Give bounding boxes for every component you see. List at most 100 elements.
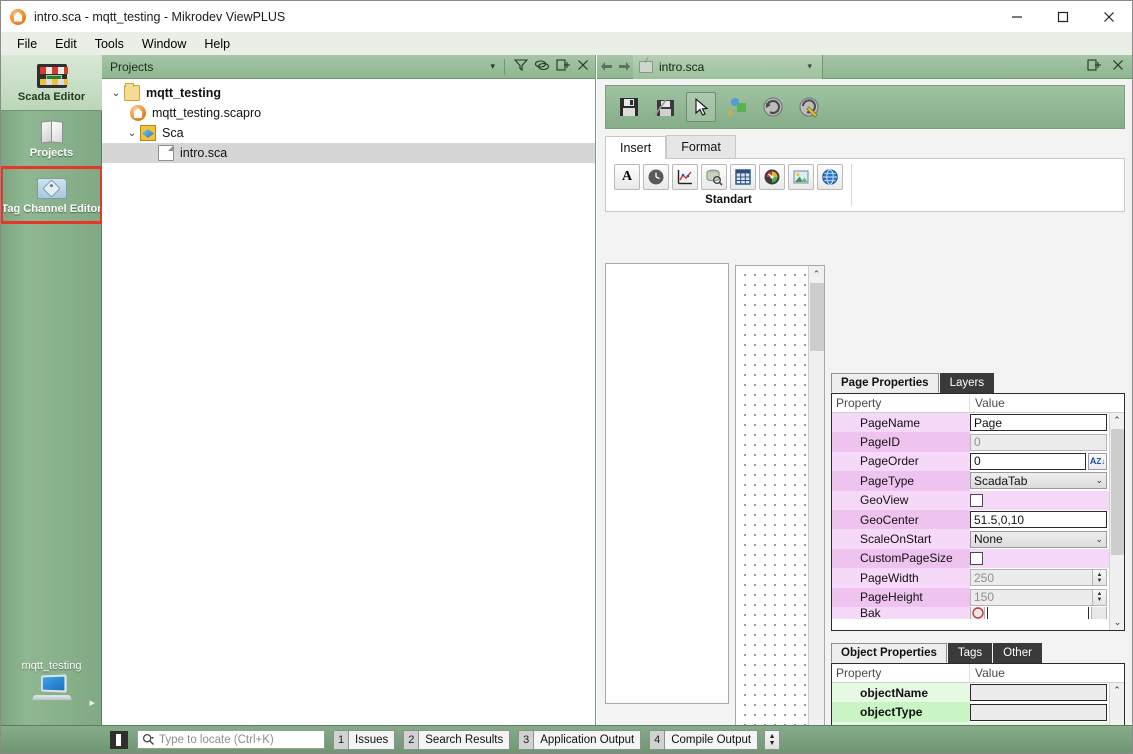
table-row[interactable]: Bak xyxy=(832,606,1109,619)
scroll-up-icon[interactable]: ⌃ xyxy=(1110,413,1124,428)
link-sync-icon[interactable] xyxy=(534,58,550,75)
filter-icon[interactable] xyxy=(513,58,529,75)
table-row[interactable]: GeoView xyxy=(832,490,1109,510)
stepper-down-icon[interactable]: ▼ xyxy=(769,740,776,747)
close-icon[interactable] xyxy=(577,59,589,74)
geoview-checkbox[interactable] xyxy=(970,493,983,507)
menu-file[interactable]: File xyxy=(8,34,46,54)
split-view-icon[interactable] xyxy=(556,58,571,75)
table-row[interactable]: GeoCenter 51.5,0,10 xyxy=(832,509,1109,530)
stepper-buttons[interactable]: ▲▼ xyxy=(1093,569,1107,587)
color-swatch-icon[interactable] xyxy=(970,606,986,619)
table-row[interactable]: PageWidth 250 ▲ ▼ xyxy=(832,568,1109,588)
page-width-stepper[interactable]: 250 ▲ ▼ xyxy=(970,569,1107,587)
expand-arrow-icon[interactable]: ▸ xyxy=(89,696,95,709)
insert-database-button[interactable] xyxy=(701,164,727,190)
table-row[interactable]: PageHeight 150 ▲ ▼ xyxy=(832,587,1109,607)
split-view-icon[interactable] xyxy=(1087,58,1102,75)
color-picker-button[interactable] xyxy=(1090,606,1107,619)
page-type-select[interactable]: ScadaTab ⌄ xyxy=(970,472,1107,490)
sidebar-item-projects[interactable]: Projects xyxy=(1,111,102,167)
page-list[interactable] xyxy=(605,263,729,704)
object-name-input[interactable] xyxy=(970,684,1107,702)
status-button-compile-output[interactable]: 4 Compile Output xyxy=(649,729,759,750)
status-button-application-output[interactable]: 3 Application Output xyxy=(518,729,642,750)
object-type-input[interactable] xyxy=(970,703,1107,721)
minimize-button[interactable] xyxy=(994,1,1040,32)
tree-item-intro-sca[interactable]: intro.sca xyxy=(102,143,595,163)
scroll-up-icon[interactable]: ⌃ xyxy=(809,266,824,282)
stepper-buttons[interactable]: ▲▼ xyxy=(1093,588,1107,606)
locate-input-wrap[interactable]: Type to locate (Ctrl+K) xyxy=(137,730,325,749)
stepper-up-icon[interactable]: ▲ xyxy=(769,733,776,740)
table-row[interactable]: PageID 0 xyxy=(832,432,1109,452)
tab-object-properties[interactable]: Object Properties xyxy=(831,643,947,663)
select-pointer-button[interactable] xyxy=(686,92,716,122)
table-row[interactable]: objectName xyxy=(832,683,1109,703)
scrollbar-thumb[interactable] xyxy=(1111,429,1124,555)
design-canvas[interactable]: ⌃ ⌄ ❮ ❯ xyxy=(735,265,825,753)
scale-on-start-select[interactable]: None ⌄ xyxy=(970,530,1107,548)
page-height-stepper[interactable]: 150 ▲ ▼ xyxy=(970,588,1107,606)
tree-item-mqtt-testing[interactable]: ⌄ mqtt_testing xyxy=(102,83,595,103)
tab-insert[interactable]: Insert xyxy=(605,136,667,159)
insert-text-button[interactable]: A xyxy=(614,164,640,190)
sidebar-item-tag-channel-editor[interactable]: Tag Channel Editor xyxy=(1,166,103,224)
table-row[interactable]: ScaleOnStart None ⌄ xyxy=(832,529,1109,549)
tab-other[interactable]: Other xyxy=(993,643,1042,663)
sidebar-item-scada-editor[interactable]: Scada Editor xyxy=(1,55,102,111)
insert-web-button[interactable] xyxy=(817,164,843,190)
panel-collapse-caret-icon[interactable]: ▾ xyxy=(490,61,495,72)
tab-tags[interactable]: Tags xyxy=(947,643,993,663)
tree-item-scapro[interactable]: mqtt_testing.scapro xyxy=(102,103,595,123)
page-name-input[interactable]: Page xyxy=(970,414,1107,432)
document-tab-intro-sca[interactable]: intro.sca ▾ xyxy=(633,54,823,79)
insert-gauge-button[interactable] xyxy=(759,164,785,190)
menu-edit[interactable]: Edit xyxy=(46,34,86,54)
insert-chart-button[interactable] xyxy=(672,164,698,190)
maximize-button[interactable] xyxy=(1040,1,1086,32)
clean-refresh-button[interactable] xyxy=(794,92,824,122)
active-project-indicator[interactable]: mqtt_testing xyxy=(1,660,102,701)
save-button[interactable] xyxy=(614,92,644,122)
refresh-button[interactable] xyxy=(758,92,788,122)
background-color-input[interactable] xyxy=(987,606,1089,619)
geocenter-input[interactable]: 51.5,0,10 xyxy=(970,511,1107,529)
insert-clock-button[interactable] xyxy=(643,164,669,190)
tab-layers[interactable]: Layers xyxy=(939,373,995,393)
tree-item-sca[interactable]: ⌄ Sca xyxy=(102,123,595,143)
custom-page-size-checkbox[interactable] xyxy=(970,551,983,565)
insert-image-button[interactable] xyxy=(788,164,814,190)
nav-forward-icon[interactable] xyxy=(615,58,633,76)
table-row[interactable]: PageName Page xyxy=(832,413,1109,433)
status-button-search-results[interactable]: 2 Search Results xyxy=(403,729,511,750)
output-pane-stepper[interactable]: ▲ ▼ xyxy=(764,729,781,750)
close-icon[interactable] xyxy=(1112,59,1124,74)
menu-window[interactable]: Window xyxy=(133,34,195,54)
chevron-down-icon[interactable]: ▾ xyxy=(807,61,812,72)
scroll-up-icon[interactable]: ⌃ xyxy=(1110,683,1124,698)
chevron-down-icon[interactable]: ⌄ xyxy=(124,125,140,141)
close-button[interactable] xyxy=(1086,1,1132,32)
scroll-down-icon[interactable]: ⌄ xyxy=(1110,615,1124,630)
tab-format[interactable]: Format xyxy=(666,135,736,158)
menu-help[interactable]: Help xyxy=(195,34,239,54)
table-row[interactable]: PageType ScadaTab ⌄ xyxy=(832,471,1109,491)
menu-tools[interactable]: Tools xyxy=(86,34,133,54)
page-properties-scrollbar[interactable]: ⌃ ⌄ xyxy=(1109,413,1124,630)
tab-page-properties[interactable]: Page Properties xyxy=(831,373,939,393)
canvas-vertical-scrollbar[interactable]: ⌃ ⌄ xyxy=(808,266,824,743)
table-row[interactable]: PageOrder 0 A Z↓ xyxy=(832,451,1109,472)
scrollbar-thumb[interactable] xyxy=(810,283,824,351)
table-row[interactable]: CustomPageSize xyxy=(832,548,1109,569)
table-row[interactable]: objectType xyxy=(832,702,1109,722)
insert-table-button[interactable] xyxy=(730,164,756,190)
sort-az-button[interactable]: A Z↓ xyxy=(1088,452,1107,470)
panel-toggle-icon[interactable] xyxy=(110,730,128,749)
chevron-down-icon[interactable]: ⌄ xyxy=(108,85,124,101)
page-order-input[interactable]: 0 xyxy=(970,452,1087,470)
status-button-issues[interactable]: 1 Issues xyxy=(333,729,396,750)
objects-3d-button[interactable] xyxy=(722,92,752,122)
nav-back-icon[interactable] xyxy=(597,58,615,76)
save-as-button[interactable] xyxy=(650,92,680,122)
